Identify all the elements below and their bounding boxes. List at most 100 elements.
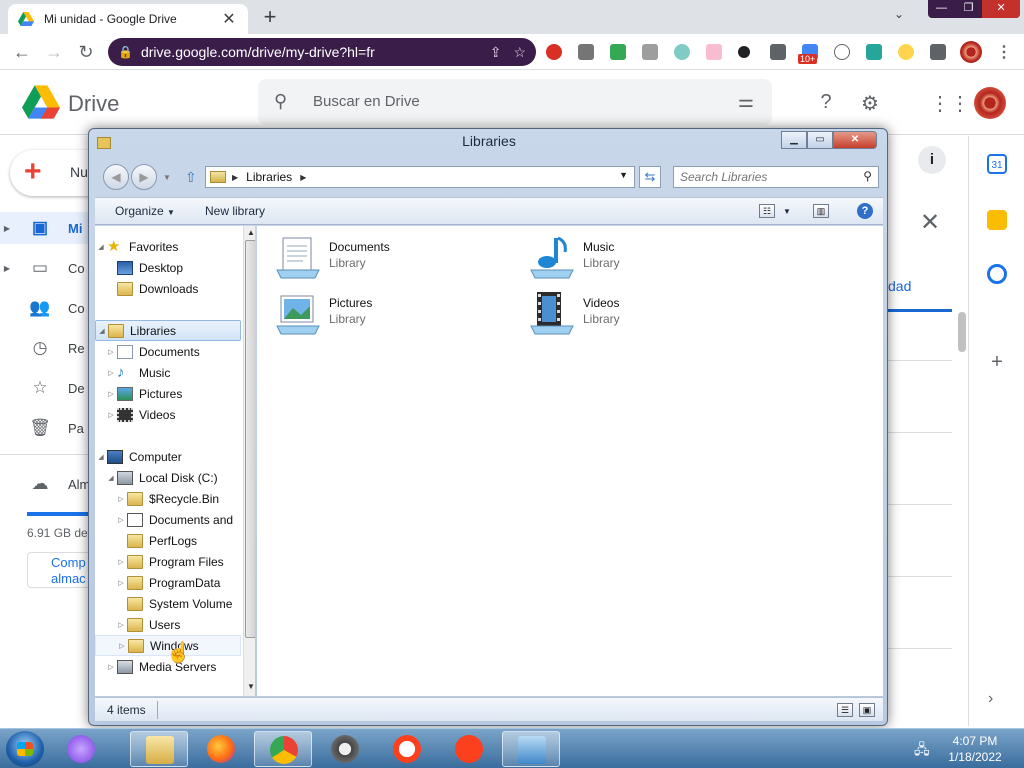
sidebar-item-my-drive[interactable]: ▶ ▣ Mi [0, 212, 100, 244]
info-icon[interactable]: i [918, 146, 946, 174]
profile-avatar-icon[interactable] [960, 41, 982, 63]
taskbar-app-chrome[interactable] [254, 731, 312, 767]
taskbar-app-assistant[interactable] [52, 731, 110, 767]
keep-icon[interactable] [987, 210, 1007, 230]
account-avatar[interactable] [974, 87, 1006, 119]
change-view-icon[interactable]: ☷ [759, 204, 775, 218]
browser-menu-icon[interactable]: ⋮ [996, 42, 1012, 62]
extension-face-icon[interactable] [834, 44, 850, 60]
tab-search-chevron-icon[interactable]: ⌄ [894, 7, 904, 21]
search-options-icon[interactable]: ⚌ [738, 91, 754, 112]
drive-search-bar[interactable]: ⚲ Buscar en Drive ⚌ [258, 79, 772, 125]
settings-gear-icon[interactable]: ⚙ [858, 91, 882, 116]
nav-item-system-volume[interactable]: System Volume [95, 593, 241, 614]
up-folder-icon[interactable]: ⇧ [185, 169, 197, 186]
nav-item-downloads[interactable]: Downloads [95, 278, 241, 299]
extension-puzzle-red-icon[interactable] [706, 44, 722, 60]
address-dropdown-icon[interactable]: ▼ [619, 170, 628, 180]
extension-g-icon[interactable] [642, 44, 658, 60]
explorer-search-box[interactable]: ⚲ [673, 166, 879, 188]
collapse-arrow-icon[interactable]: ◢ [95, 453, 107, 461]
address-bar[interactable]: 🔒 drive.google.com/drive/my-drive?hl=fr … [108, 38, 536, 66]
url-text[interactable]: drive.google.com/drive/my-drive?hl=fr [141, 44, 478, 60]
taskbar-app-yandex[interactable] [440, 731, 498, 767]
expand-arrow-icon[interactable]: ▷ [105, 369, 117, 377]
explorer-forward-icon[interactable]: ▶ [131, 164, 157, 190]
expand-arrow-icon[interactable]: ▷ [115, 558, 127, 566]
tab-close-icon[interactable]: ✕ [220, 9, 238, 29]
expand-arrow-icon[interactable]: ▷ [116, 642, 128, 650]
extension-image-icon[interactable] [866, 44, 882, 60]
library-videos[interactable]: Videos Library [529, 290, 729, 340]
organize-menu[interactable]: Organize ▼ [115, 204, 175, 218]
new-tab-button[interactable]: + [258, 6, 282, 30]
sidebar-item-trash[interactable]: 🗑 Pa [0, 412, 100, 444]
system-clock[interactable]: 4:07 PM 1/18/2022 [940, 733, 1010, 765]
extension-g-green-icon[interactable] [610, 44, 626, 60]
view-options-chevron-icon[interactable]: ▼ [783, 207, 791, 216]
chevron-right-icon[interactable]: › [988, 690, 993, 708]
browser-tab-active[interactable]: Mi unidad - Google Drive ✕ [8, 4, 248, 34]
collapse-arrow-icon[interactable]: ◢ [96, 327, 108, 335]
back-arrow-icon[interactable]: ← [10, 40, 34, 64]
explorer-back-icon[interactable]: ◀ [103, 164, 129, 190]
explorer-search-input[interactable] [674, 167, 854, 187]
extension-note-icon[interactable] [770, 44, 786, 60]
taskbar-app-firefox[interactable] [192, 731, 250, 767]
taskbar-app-raccoon[interactable] [316, 731, 374, 767]
taskbar-app-yandex-browser[interactable] [378, 731, 436, 767]
sidebar-item-recent[interactable]: ◷ Re [0, 332, 100, 364]
calendar-icon[interactable]: 31 [987, 154, 1007, 174]
tasks-icon[interactable] [987, 264, 1007, 284]
browser-close-button[interactable]: ✕ [982, 0, 1020, 18]
nav-item-pictures[interactable]: ▷ Pictures [95, 383, 241, 404]
refresh-icon[interactable]: ⇆ [639, 166, 661, 188]
bookmark-star-icon[interactable]: ☆ [513, 44, 526, 61]
tab-activity[interactable]: dad [888, 278, 911, 294]
breadcrumb-arrow-icon[interactable]: ▶ [232, 173, 238, 182]
nav-item-local-disk[interactable]: ◢ Local Disk (C:) [95, 467, 241, 488]
nav-item-computer[interactable]: ◢ Computer [95, 446, 241, 467]
nav-item-program-files[interactable]: ▷ Program Files [95, 551, 241, 572]
add-addon-icon[interactable]: + [987, 352, 1007, 372]
expand-arrow-icon[interactable]: ▷ [115, 579, 127, 587]
explorer-close-button[interactable]: ✕ [833, 131, 877, 149]
breadcrumb-arrow-icon[interactable]: ▶ [300, 173, 306, 182]
extension-clock-icon[interactable] [898, 44, 914, 60]
scrollbar-thumb[interactable] [245, 240, 255, 638]
forward-arrow-icon[interactable]: → [42, 40, 66, 64]
nav-item-documents-and-settings[interactable]: ▷ Documents and [95, 509, 241, 530]
extension-bubble-icon[interactable] [738, 46, 750, 58]
expand-arrow-icon[interactable]: ▶ [0, 264, 14, 273]
expand-arrow-icon[interactable]: ▷ [105, 411, 117, 419]
explorer-address-bar[interactable]: ▶ Libraries ▶ ▼ [205, 166, 635, 188]
extensions-puzzle-icon[interactable] [930, 44, 946, 60]
expand-arrow-icon[interactable]: ▷ [105, 348, 117, 356]
extension-t-icon[interactable] [578, 44, 594, 60]
nav-item-documents[interactable]: ▷ Documents [95, 341, 241, 362]
sidebar-item-shared[interactable]: 👥 Co [0, 292, 100, 324]
nav-item-programdata[interactable]: ▷ ProgramData [95, 572, 241, 593]
nav-item-libraries[interactable]: ◢ Libraries [95, 320, 241, 341]
minimize-button[interactable]: — [928, 0, 955, 18]
large-icons-view-icon[interactable]: ▣ [859, 703, 875, 717]
navigation-pane-scrollbar[interactable]: ▲ ▼ [243, 226, 255, 696]
reload-icon[interactable]: ↻ [74, 40, 98, 64]
library-documents[interactable]: Documents Library [275, 234, 475, 284]
explorer-help-icon[interactable]: ? [857, 203, 873, 219]
nav-item-recycle-bin-folder[interactable]: ▷ $Recycle.Bin [95, 488, 241, 509]
nav-item-music[interactable]: ▷ ♪ Music [95, 362, 241, 383]
nav-item-users[interactable]: ▷ Users [95, 614, 241, 635]
recent-pages-chevron-icon[interactable]: ▼ [163, 173, 171, 182]
breadcrumb-libraries[interactable]: Libraries [246, 170, 292, 184]
taskbar-app-control-panel[interactable] [502, 731, 560, 767]
nav-item-perflogs[interactable]: PerfLogs [95, 530, 241, 551]
library-pictures[interactable]: Pictures Library [275, 290, 475, 340]
help-icon[interactable]: ? [814, 91, 838, 114]
drive-scrollbar[interactable] [958, 312, 966, 352]
search-icon[interactable]: ⚲ [274, 91, 287, 112]
nav-item-favorites[interactable]: ◢ ★ Favorites [95, 236, 241, 257]
collapse-arrow-icon[interactable]: ◢ [95, 243, 107, 251]
expand-arrow-icon[interactable]: ▷ [115, 516, 127, 524]
explorer-minimize-button[interactable]: ▁ [781, 131, 807, 149]
